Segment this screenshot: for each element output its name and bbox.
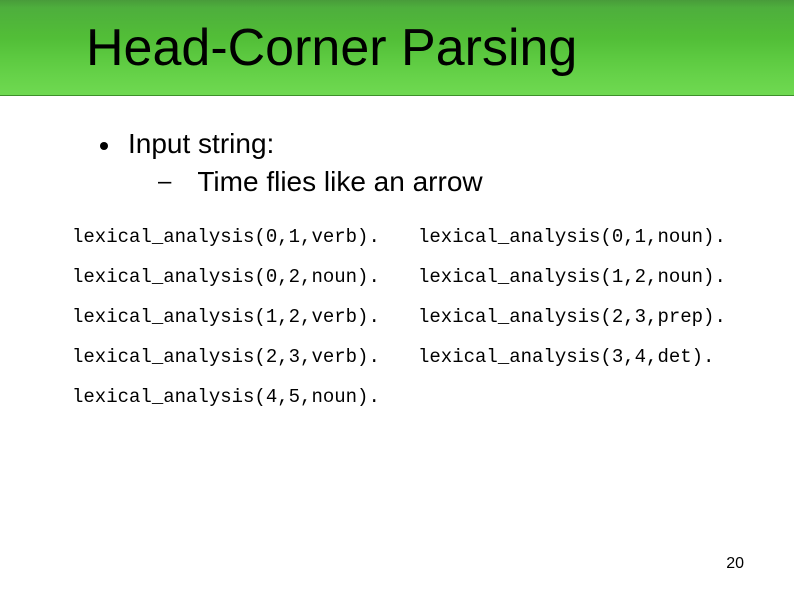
dash-icon: –: [158, 168, 171, 196]
lexical-block: lexical_analysis(0,1,verb). lexical_anal…: [0, 226, 794, 408]
bullet-label: Input string:: [128, 128, 274, 160]
lexical-cell: lexical_analysis(3,4,det).: [418, 346, 754, 368]
bullet-disc-icon: [100, 142, 108, 150]
slide-title: Head-Corner Parsing: [0, 18, 577, 78]
lexical-cell: lexical_analysis(2,3,prep).: [418, 306, 754, 328]
lexical-cell: lexical_analysis(1,2,verb).: [72, 306, 408, 328]
lexical-cell: lexical_analysis(0,1,noun).: [418, 226, 754, 248]
lexical-grid: lexical_analysis(0,1,verb). lexical_anal…: [72, 226, 754, 408]
content-area: Input string: – Time flies like an arrow: [0, 96, 794, 198]
lexical-cell: lexical_analysis(1,2,noun).: [418, 266, 754, 288]
sub-bullet-row: – Time flies like an arrow: [100, 166, 734, 198]
slide-number: 20: [726, 555, 744, 573]
lexical-cell: lexical_analysis(2,3,verb).: [72, 346, 408, 368]
lexical-cell: lexical_analysis(4,5,noun).: [72, 386, 408, 408]
lexical-cell: lexical_analysis(0,2,noun).: [72, 266, 408, 288]
bullet-row: Input string:: [100, 128, 734, 160]
lexical-cell: lexical_analysis(0,1,verb).: [72, 226, 408, 248]
lexical-cell: [418, 386, 754, 408]
title-band: Head-Corner Parsing: [0, 0, 794, 96]
sub-bullet-text: Time flies like an arrow: [197, 166, 482, 198]
